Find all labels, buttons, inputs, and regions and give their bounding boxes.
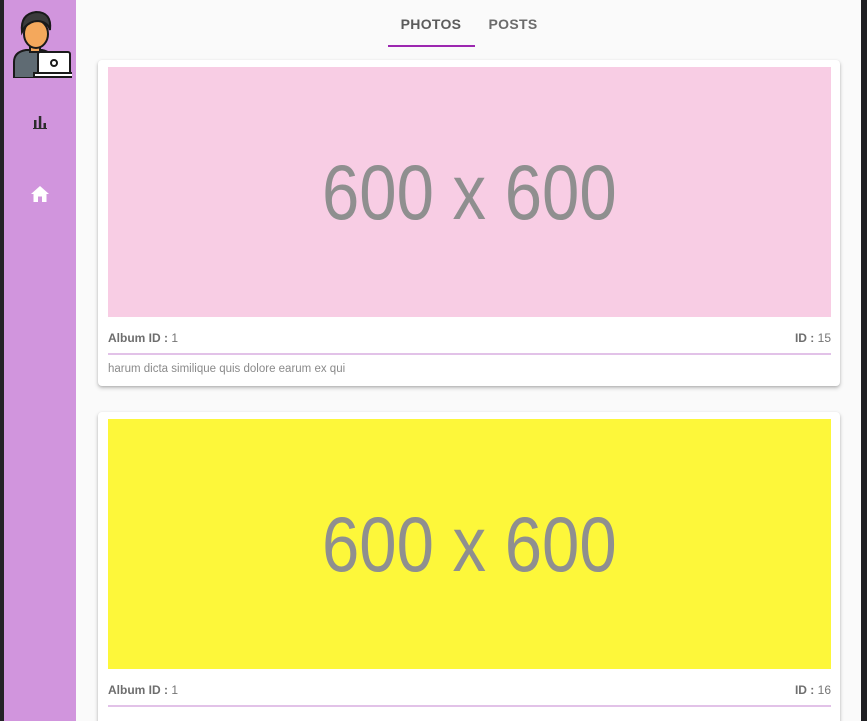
photo-id-label: ID : xyxy=(794,683,815,697)
photo-id-value: 16 xyxy=(817,683,831,697)
sidebar-item-home[interactable] xyxy=(28,182,52,206)
developer-avatar-icon xyxy=(13,10,75,79)
sidebar xyxy=(4,0,76,721)
tab-bar: PHOTOS POSTS xyxy=(76,0,861,48)
album-id-label: Album ID : xyxy=(108,331,168,345)
photo-title: harum dicta similique quis dolore earum … xyxy=(108,363,346,375)
album-id: Album ID : 1 xyxy=(108,683,178,697)
placeholder-text: 600 x 600 xyxy=(322,499,617,588)
photo-thumbnail: 600 x 600 xyxy=(108,67,831,317)
album-id-value: 1 xyxy=(171,331,179,345)
album-id: Album ID : 1 xyxy=(108,331,178,345)
bar-chart-icon xyxy=(33,116,47,129)
window-edge-right xyxy=(861,0,867,721)
sidebar-item-stats[interactable] xyxy=(28,110,52,134)
photo-id-value: 15 xyxy=(817,331,831,345)
main-content: PHOTOS POSTS 600 x 600 Album ID : 1 ID :… xyxy=(76,0,861,721)
photo-id-label: ID : xyxy=(794,331,815,345)
tab-photos[interactable]: PHOTOS xyxy=(388,0,474,48)
photo-card[interactable]: 600 x 600 Album ID : 1 ID : 15 harum dic… xyxy=(98,60,840,386)
album-id-value: 1 xyxy=(171,683,179,697)
avatar[interactable] xyxy=(8,6,75,79)
divider xyxy=(108,705,831,707)
photo-card[interactable]: 600 x 600 Album ID : 1 ID : 16 xyxy=(98,412,840,721)
photo-meta: Album ID : 1 ID : 15 xyxy=(108,331,831,347)
album-id-label: Album ID : xyxy=(108,683,168,697)
photo-id: ID : 15 xyxy=(795,331,831,345)
photo-meta: Album ID : 1 ID : 16 xyxy=(108,683,831,699)
photo-thumbnail: 600 x 600 xyxy=(108,419,831,669)
home-icon xyxy=(31,186,49,202)
placeholder-text: 600 x 600 xyxy=(322,147,617,236)
active-tab-indicator xyxy=(388,45,475,47)
tab-posts[interactable]: POSTS xyxy=(474,0,552,48)
divider xyxy=(108,353,831,355)
photo-id: ID : 16 xyxy=(795,683,831,697)
